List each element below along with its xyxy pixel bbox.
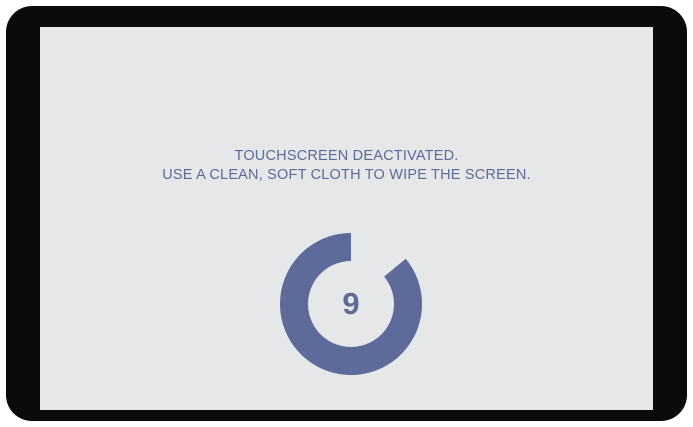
cleaning-mode-screen: TOUCHSCREEN DEACTIVATED. USE A CLEAN, SO… bbox=[40, 27, 653, 410]
countdown-number: 9 bbox=[342, 286, 360, 321]
cleaning-message: TOUCHSCREEN DEACTIVATED. USE A CLEAN, SO… bbox=[40, 147, 653, 185]
device-bezel: TOUCHSCREEN DEACTIVATED. USE A CLEAN, SO… bbox=[6, 6, 687, 421]
message-line-2: USE A CLEAN, SOFT CLOTH TO WIPE THE SCRE… bbox=[162, 167, 531, 183]
countdown-timer: 9 bbox=[278, 231, 424, 377]
message-line-1: TOUCHSCREEN DEACTIVATED. bbox=[234, 148, 459, 164]
